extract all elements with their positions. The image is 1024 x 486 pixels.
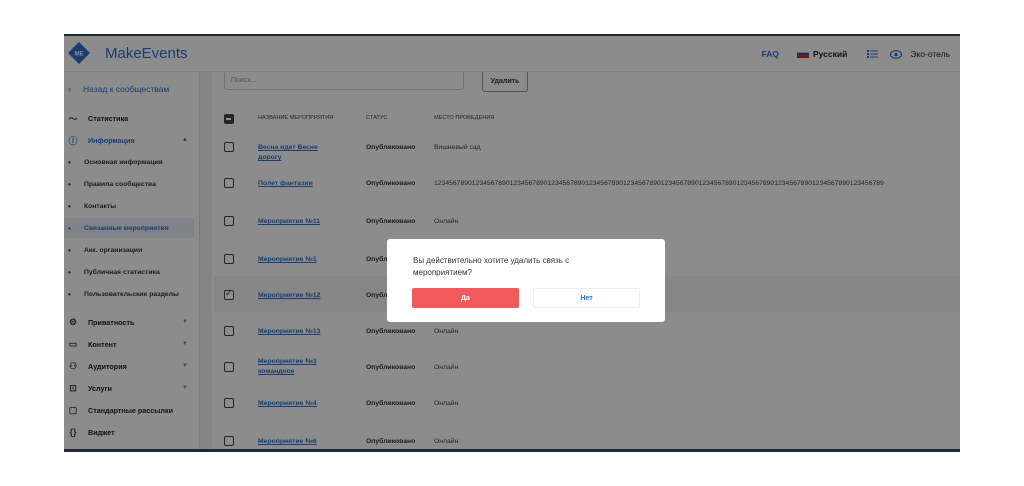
- dialog-message: Вы действительно хотите удалить связь с …: [413, 256, 570, 277]
- app-window: ME MakeEvents FAQ Русский Эко-отель ‹ На…: [64, 34, 960, 452]
- confirm-delete-dialog: Вы действительно хотите удалить связь с …: [387, 239, 665, 322]
- confirm-yes-button[interactable]: Да: [412, 288, 519, 308]
- confirm-no-button[interactable]: Нет: [533, 288, 640, 308]
